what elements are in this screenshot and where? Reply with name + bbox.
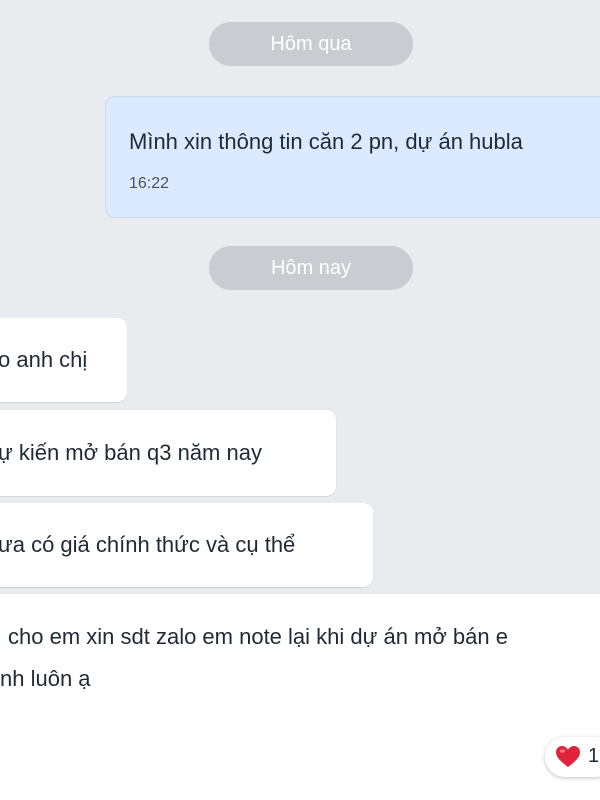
date-separator-yesterday: Hôm qua [209,22,413,66]
message-text: ưa có giá chính thức và cụ thể [0,532,296,557]
reaction-count: 1 [588,745,600,767]
message-text: ự kiến mở bán q3 năm nay [0,440,262,465]
chat-window: Hôm qua Mình xin thông tin căn 2 pn, dự … [0,0,600,800]
message-text: o anh chị [0,347,88,372]
received-message-bubble[interactable]: ự kiến mở bán q3 năm nay [0,410,336,496]
reaction-badge[interactable]: 1 [545,737,600,777]
message-text-line: nh luôn ạ [0,666,91,691]
message-timestamp: 16:22 [129,175,170,192]
date-separator-label: Hôm nay [270,257,352,279]
message-text-line: cho em xin sdt zalo em note lại khi dự á… [8,624,508,649]
heart-icon [556,746,580,767]
date-separator-today: Hôm nay [209,246,413,290]
heart-shape [556,746,580,767]
sent-message-bubble[interactable]: Mình xin thông tin căn 2 pn, dự án hubla… [105,96,600,218]
received-message-bubble[interactable]: o anh chị [0,318,127,402]
received-message-bubble[interactable]: ưa có giá chính thức và cụ thể [0,503,373,587]
received-message-bubble-last[interactable]: cho em xin sdt zalo em note lại khi dự á… [0,594,600,800]
date-separator-label: Hôm qua [270,33,352,55]
message-text: Mình xin thông tin căn 2 pn, dự án hubla [129,129,523,154]
